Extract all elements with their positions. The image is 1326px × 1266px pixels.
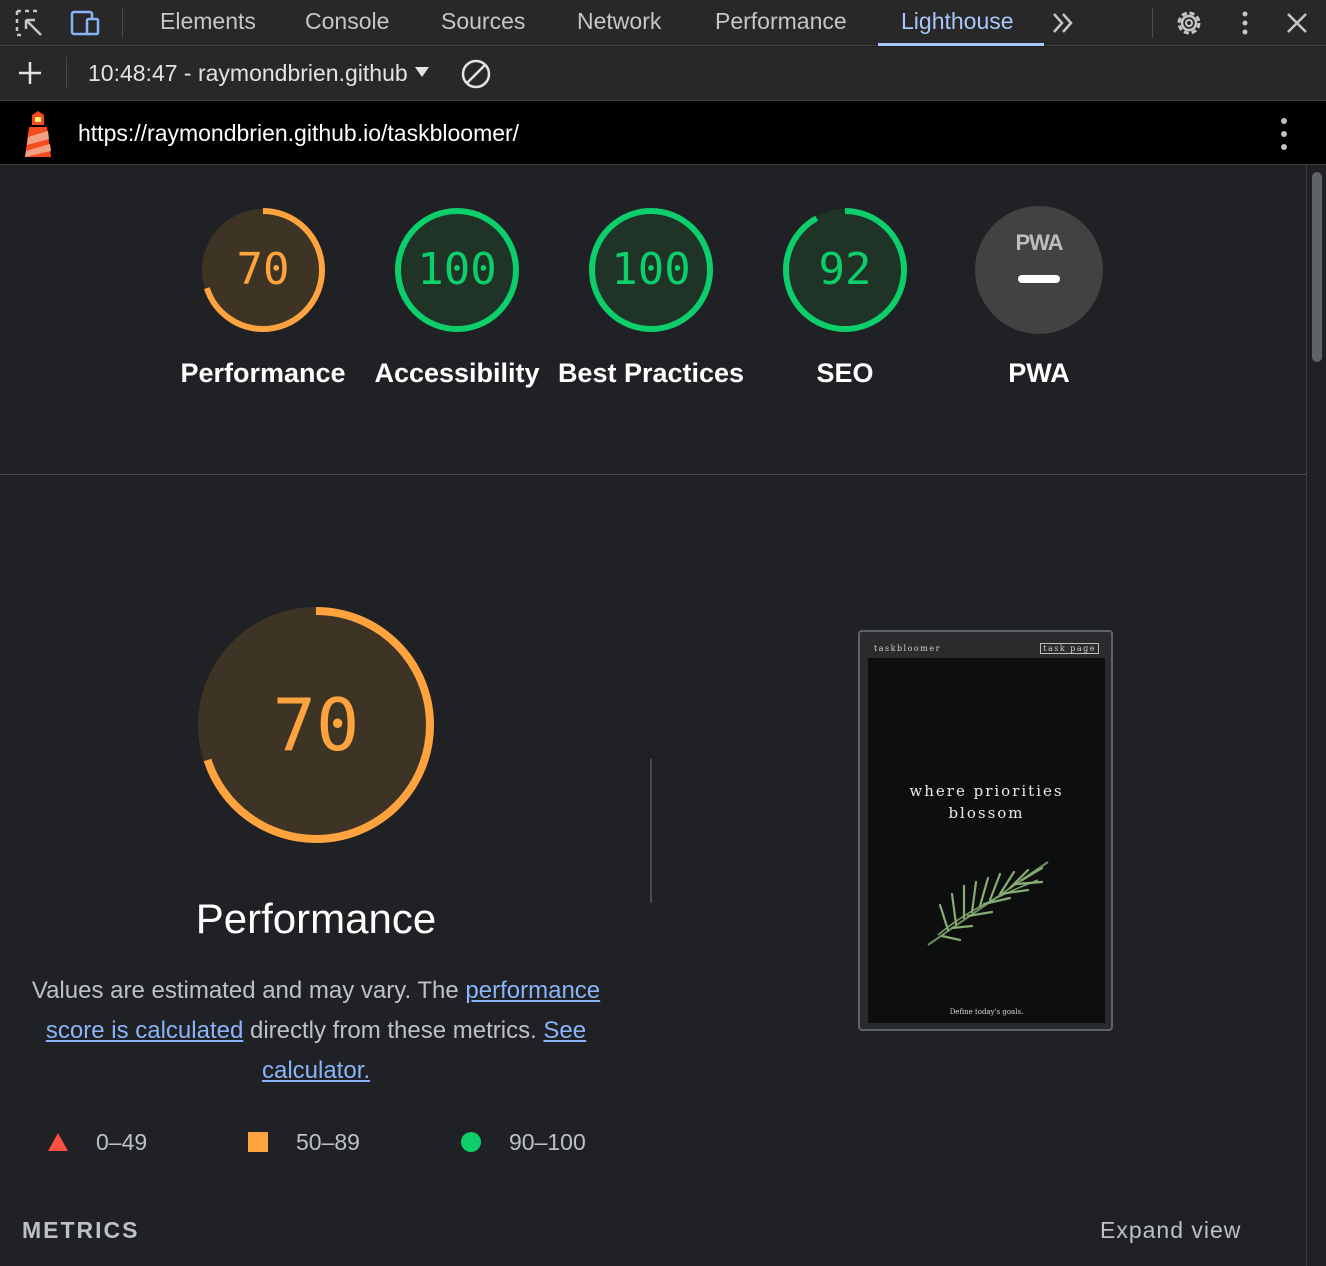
device-toolbar-icon[interactable]: [68, 6, 102, 40]
rosemary-sprig-illustration: [927, 861, 1049, 946]
screenshot-task-button: task page: [1040, 643, 1099, 654]
scrollbar-thumb[interactable]: [1312, 172, 1322, 362]
dropdown-arrow-icon[interactable]: [412, 63, 432, 81]
legend-pass-label: 90–100: [509, 1129, 586, 1155]
pwa-label: PWA: [1008, 358, 1070, 388]
accessibility-label: Accessibility: [374, 358, 540, 388]
description-text: directly from these metrics.: [243, 1017, 544, 1044]
screenshot-tagline: where priorities blossom: [868, 780, 1105, 824]
more-tabs-icon[interactable]: [1046, 6, 1080, 40]
screenshot-page: taskbloomer task page where priorities b…: [868, 640, 1105, 1023]
final-screenshot[interactable]: taskbloomer task page where priorities b…: [858, 630, 1113, 1031]
tagline-line-1: where priorities: [909, 782, 1064, 800]
performance-description: Values are estimated and may vary. The p…: [26, 971, 606, 1091]
seo-score: 92: [818, 244, 872, 295]
performance-main-score: 70: [272, 683, 360, 767]
tabbar-separator: [1152, 8, 1153, 38]
tab-lighthouse[interactable]: Lighthouse: [901, 0, 1014, 46]
performance-score: 70: [236, 244, 290, 295]
close-icon[interactable]: [1280, 6, 1314, 40]
fail-triangle-icon: [48, 1133, 68, 1151]
report-selector[interactable]: 10:48:47 - raymondbrien.github.io: [88, 58, 408, 88]
best-practices-gauge[interactable]: 100: [586, 205, 716, 335]
report-url-bar: https://raymondbrien.github.io/taskbloom…: [0, 101, 1326, 165]
devtools-tabbar: Elements Console Sources Network Perform…: [0, 0, 1326, 46]
lighthouse-logo-icon: [25, 111, 51, 157]
tagline-line-2: blossom: [948, 804, 1025, 822]
seo-label: SEO: [816, 358, 874, 388]
new-report-plus-icon[interactable]: [14, 57, 46, 89]
legend-fail-label: 0–49: [96, 1129, 148, 1155]
pass-circle-icon: [461, 1132, 481, 1152]
toolbar-separator: [66, 57, 67, 89]
vertical-divider: [650, 759, 652, 903]
pwa-gauge[interactable]: PWA: [974, 205, 1104, 335]
active-tab-indicator: [878, 43, 1044, 46]
report-menu-icon[interactable]: [1272, 115, 1296, 153]
report-content: 70 Performance 100 Accessibility 100 Bes…: [0, 165, 1306, 1266]
report-url[interactable]: https://raymondbrien.github.io/taskbloom…: [78, 118, 519, 148]
tab-performance[interactable]: Performance: [715, 0, 847, 46]
screenshot-brand: taskbloomer: [874, 644, 941, 653]
screenshot-footer: Define today's goals.: [949, 1008, 1024, 1016]
inspect-element-icon[interactable]: [12, 6, 46, 40]
metrics-heading: METRICS: [22, 1217, 140, 1243]
tab-elements[interactable]: Elements: [160, 0, 256, 46]
performance-label: Performance: [180, 358, 346, 388]
pwa-badge-icon: PWA: [975, 206, 1103, 334]
performance-gauge[interactable]: 70: [198, 205, 328, 335]
legend-average-label: 50–89: [296, 1129, 360, 1155]
more-options-icon[interactable]: [1228, 6, 1262, 40]
seo-gauge[interactable]: 92: [780, 205, 910, 335]
best-practices-score: 100: [611, 244, 691, 295]
screenshot-header: taskbloomer task page: [868, 640, 1105, 658]
tab-console[interactable]: Console: [305, 0, 389, 46]
settings-gear-icon[interactable]: [1172, 6, 1206, 40]
tab-network[interactable]: Network: [577, 0, 661, 46]
performance-section-title: Performance: [195, 895, 437, 942]
lighthouse-toolbar: 10:48:47 - raymondbrien.github.io: [0, 47, 1326, 101]
section-divider: [0, 474, 1306, 475]
expand-view-toggle[interactable]: Expand view: [1100, 1217, 1241, 1244]
clear-all-icon[interactable]: [458, 56, 494, 92]
accessibility-gauge[interactable]: 100: [392, 205, 522, 335]
tabbar-separator: [122, 8, 123, 38]
description-text: Values are estimated and may vary. The: [31, 977, 466, 1004]
accessibility-score: 100: [417, 244, 497, 295]
best-practices-label: Best Practices: [557, 358, 745, 388]
average-square-icon: [248, 1132, 268, 1152]
tab-sources[interactable]: Sources: [441, 0, 525, 46]
svg-text:PWA: PWA: [1015, 230, 1063, 255]
